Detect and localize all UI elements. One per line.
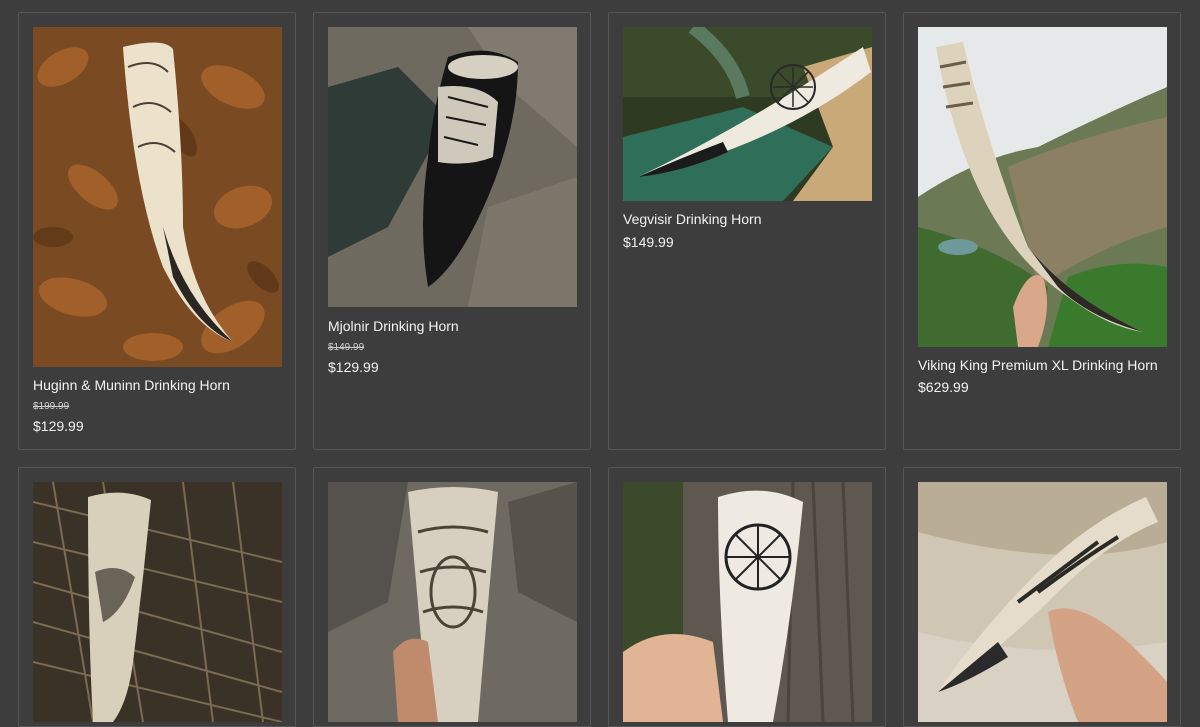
product-title[interactable]: Vegvisir Drinking Horn <box>623 211 762 227</box>
product-card-viking-king[interactable]: Viking King Premium XL Drinking Horn $62… <box>903 12 1181 450</box>
product-card-mjolnir[interactable]: Mjolnir Drinking Horn $149.99 $129.99 <box>313 12 591 450</box>
product-image[interactable] <box>918 482 1167 722</box>
product-old-price: $199.99 <box>33 401 70 412</box>
product-image[interactable] <box>328 27 577 307</box>
product-image[interactable] <box>623 27 872 201</box>
product-image[interactable] <box>33 482 282 722</box>
product-price: $149.99 <box>623 234 674 250</box>
product-card-vegvisir[interactable]: Vegvisir Drinking Horn $149.99 <box>608 12 886 450</box>
product-price: $629.99 <box>918 379 969 395</box>
product-price: $129.99 <box>328 359 379 375</box>
product-card[interactable] <box>18 467 296 727</box>
product-image[interactable] <box>918 27 1167 347</box>
product-image[interactable] <box>33 27 282 367</box>
product-title[interactable]: Viking King Premium XL Drinking Horn <box>918 357 1158 373</box>
product-card[interactable] <box>313 467 591 727</box>
product-price: $129.99 <box>33 418 84 434</box>
product-image[interactable] <box>623 482 872 722</box>
product-card-huginn-muninn[interactable]: Huginn & Muninn Drinking Horn $199.99 $1… <box>18 12 296 450</box>
product-old-price: $149.99 <box>328 342 365 353</box>
product-image[interactable] <box>328 482 577 722</box>
product-card[interactable] <box>903 467 1181 727</box>
product-title[interactable]: Mjolnir Drinking Horn <box>328 318 459 334</box>
product-grid: Huginn & Muninn Drinking Horn $199.99 $1… <box>0 0 1200 727</box>
product-title[interactable]: Huginn & Muninn Drinking Horn <box>33 377 230 393</box>
product-card[interactable] <box>608 467 886 727</box>
